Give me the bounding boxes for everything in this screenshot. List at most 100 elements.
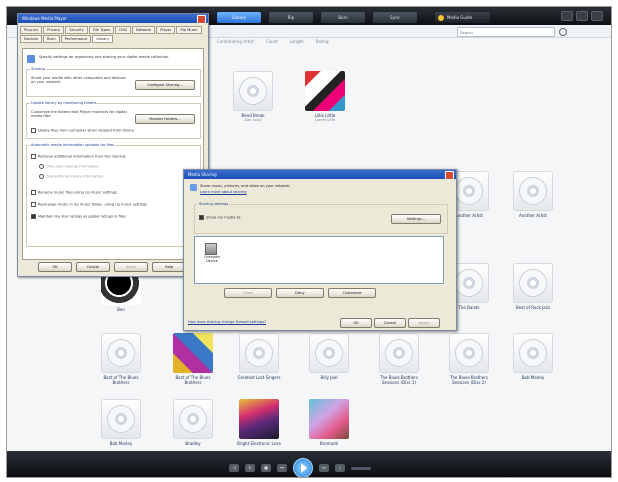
ok-button[interactable]: OK	[38, 262, 72, 272]
album-art	[233, 71, 273, 111]
device-label: Unknown Device	[204, 255, 220, 263]
configure-sharing-button[interactable]: Configure Sharing...	[135, 80, 195, 90]
cancel-button[interactable]: Cancel	[76, 262, 110, 272]
device-icon[interactable]	[205, 243, 217, 255]
share-my-media-label: Share my media to:	[206, 215, 242, 220]
options-dialog: Windows Media Player Plug-ins Privacy Se…	[17, 13, 209, 277]
apply-button[interactable]: Apply	[114, 262, 148, 272]
tab-dvd[interactable]: DVD	[115, 26, 132, 34]
album-title: Bradley	[185, 441, 201, 446]
tab-performance[interactable]: Performance	[60, 35, 92, 43]
learn-more-link[interactable]: Learn more about sharing	[200, 190, 247, 194]
album-tile[interactable]: Best of The Blues Brothers	[167, 333, 219, 385]
album-tile[interactable]: Best of Rock Jazz	[507, 263, 559, 310]
album-tile[interactable]: The Blues Brothers Sessions (Disc 2)	[443, 333, 495, 385]
tab-burn[interactable]: Burn	[43, 35, 60, 43]
minimize-icon[interactable]	[561, 11, 573, 21]
rearrange-label: Rearrange music in rip music folder, usi…	[38, 202, 148, 207]
mute-icon[interactable]: ♪	[335, 464, 345, 472]
repeat-icon[interactable]: ↻	[245, 464, 255, 472]
sharing-title: Sharing	[30, 67, 46, 71]
album-title: Bright Electronic Love	[237, 441, 281, 446]
allow-button[interactable]: Allow	[224, 288, 272, 298]
previous-icon[interactable]: ⏮	[277, 464, 287, 472]
column-rating[interactable]: Rating	[316, 39, 329, 44]
firewall-link[interactable]: How does sharing change firewall setting…	[188, 320, 266, 324]
tab-devices[interactable]: Devices	[20, 35, 43, 43]
device-list[interactable]: Unknown Device	[194, 236, 444, 284]
album-tile[interactable]: Bob Marley	[507, 333, 559, 380]
auto-update-group: Automatic media information updates for …	[26, 143, 201, 247]
rename-files-checkbox[interactable]: Rename music files using rip music setti…	[31, 190, 117, 195]
album-art	[513, 333, 553, 373]
album-title: Best of The Blues Brothers	[103, 375, 139, 385]
close-icon[interactable]	[197, 15, 206, 24]
album-art	[305, 71, 345, 111]
album-tile[interactable]: Billy Joel	[303, 333, 355, 380]
share-my-media-checkbox[interactable]: Share my media to:	[199, 215, 241, 220]
tab-security[interactable]: Security	[65, 26, 88, 34]
library-icon	[27, 55, 35, 63]
rearrange-checkbox[interactable]: Rearrange music in rip music folder, usi…	[31, 202, 147, 207]
search-input[interactable]	[457, 27, 555, 37]
apply-button[interactable]: Apply	[408, 318, 440, 328]
maximize-icon[interactable]	[576, 11, 588, 21]
ok-button[interactable]: OK	[340, 318, 372, 328]
options-buttons: OK Cancel Apply Help	[38, 262, 186, 272]
close-icon[interactable]	[445, 171, 454, 180]
column-length[interactable]: Length	[290, 39, 304, 44]
library-panel: Specify settings for organizing and shar…	[22, 48, 204, 260]
next-icon[interactable]: ⏭	[319, 464, 329, 472]
player-bar: ⤨ ↻ ■ ⏮ ⏭ ♪	[7, 451, 611, 477]
tab-privacy[interactable]: Privacy	[43, 26, 65, 34]
album-title: Best of Rock Jazz	[516, 305, 550, 310]
maintain-ratings-checkbox[interactable]: Maintain my star ratings as global ratin…	[31, 214, 126, 219]
settings-button[interactable]: Settings...	[391, 214, 441, 224]
album-art	[309, 399, 349, 439]
search-icon[interactable]	[559, 28, 567, 36]
tab-library[interactable]: Library	[217, 12, 261, 23]
tab-plugins[interactable]: Plug-ins	[20, 26, 43, 34]
customize-button[interactable]: Customize	[328, 288, 376, 298]
album-tile[interactable]: Lillie Little Lorem Liffe	[299, 71, 351, 122]
album-tile[interactable]: Bob Marley	[95, 399, 147, 446]
album-art	[513, 171, 553, 211]
album-title: Bon	[117, 307, 125, 312]
volume-slider[interactable]	[351, 466, 371, 470]
only-missing-radio[interactable]: Only add missing information	[39, 164, 99, 169]
tab-network[interactable]: Network	[132, 26, 156, 34]
tab-sync[interactable]: Sync	[373, 12, 417, 23]
deny-button[interactable]: Deny	[276, 288, 324, 298]
album-tile[interactable]: Bradley	[167, 399, 219, 446]
overwrite-all-label: Overwrite all media information	[46, 174, 104, 179]
help-button[interactable]: Help	[152, 262, 186, 272]
album-tile[interactable]: Bromanti	[303, 399, 355, 446]
overwrite-all-radio[interactable]: Overwrite all media information	[39, 174, 103, 179]
column-count[interactable]: Count	[266, 39, 278, 44]
tab-player[interactable]: Player	[156, 26, 176, 34]
close-icon[interactable]	[591, 11, 603, 21]
album-tile[interactable]: Best of The Blues Brothers	[95, 333, 147, 385]
cancel-button[interactable]: Cancel	[374, 318, 406, 328]
tab-burn[interactable]: Burn	[321, 12, 365, 23]
album-tile[interactable]: Greatest Lost Singers	[233, 333, 285, 380]
media-guide-tab[interactable]: Media Guide	[435, 12, 490, 23]
stop-icon[interactable]: ■	[261, 464, 271, 472]
column-contributing-artist[interactable]: Contributing Artist	[217, 39, 254, 44]
album-tile[interactable]: Bright Electronic Love	[233, 399, 285, 446]
shuffle-icon[interactable]: ⤨	[229, 464, 239, 472]
tab-file-types[interactable]: File Types	[88, 26, 115, 34]
retrieve-checkbox[interactable]: Retrieve additional information from the…	[31, 154, 126, 159]
album-tile[interactable]: Bend Break Dan Loud	[227, 71, 279, 122]
album-tile[interactable]: The Blues Brothers Sessions (Disc 1)	[373, 333, 425, 385]
album-title: Bob Marley	[521, 375, 545, 380]
monitor-folders-button[interactable]: Monitor Folders...	[135, 114, 195, 124]
tab-rip[interactable]: Rip	[269, 12, 313, 23]
tab-library[interactable]: Library	[92, 35, 113, 43]
tab-rip-music[interactable]: Rip Music	[176, 26, 202, 34]
options-tabs: Plug-ins Privacy Security File Types DVD…	[18, 23, 208, 43]
album-tile[interactable]: Another Artist	[507, 171, 559, 218]
play-icon[interactable]	[293, 458, 313, 477]
album-title: Greatest Lost Singers	[237, 375, 281, 380]
delete-files-checkbox[interactable]: Delete files from computer when deleted …	[31, 128, 134, 133]
